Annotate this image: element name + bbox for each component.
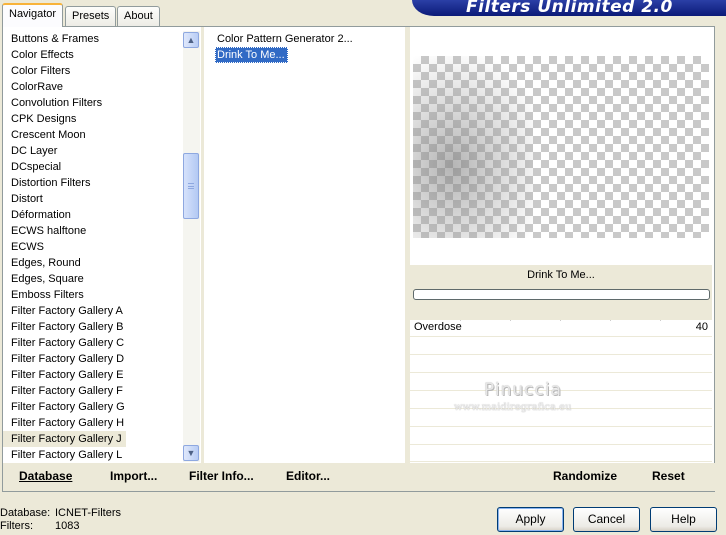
apply-button[interactable]: Apply bbox=[497, 507, 564, 532]
category-scrollbar[interactable]: ▲ ▼ bbox=[183, 31, 200, 462]
status-database-label: Database: bbox=[0, 507, 51, 519]
database-link[interactable]: Database bbox=[19, 469, 72, 483]
category-item[interactable]: ECWS bbox=[3, 239, 183, 255]
tab-label: About bbox=[124, 10, 153, 22]
reset-link[interactable]: Reset bbox=[652, 469, 685, 483]
cancel-button[interactable]: Cancel bbox=[573, 507, 640, 532]
category-item[interactable]: ECWS halftone bbox=[3, 223, 183, 239]
category-item[interactable]: ColorRave bbox=[3, 79, 183, 95]
grip-icon bbox=[188, 183, 194, 189]
parameter-slider-empty bbox=[410, 356, 712, 373]
category-item[interactable]: Filter Factory Gallery J bbox=[3, 431, 126, 447]
category-item[interactable]: Buttons & Frames bbox=[3, 31, 183, 47]
category-item[interactable]: Filter Factory Gallery H bbox=[3, 415, 183, 431]
filter-name-label: Drink To Me... bbox=[527, 269, 595, 281]
status-database-value: ICNET-Filters bbox=[55, 507, 121, 519]
banner-title: Filters Unlimited 2.0 bbox=[412, 0, 726, 16]
category-item[interactable]: DC Layer bbox=[3, 143, 183, 159]
status-filters-label: Filters: bbox=[0, 520, 33, 532]
category-item[interactable]: Déformation bbox=[3, 207, 183, 223]
tab-navigator[interactable]: Navigator bbox=[2, 3, 64, 27]
filter-list[interactable]: Color Pattern Generator 2... Drink To Me.… bbox=[205, 31, 405, 463]
filter-item[interactable]: Color Pattern Generator 2... bbox=[215, 31, 356, 47]
tab-about[interactable]: About bbox=[117, 6, 160, 27]
chevron-down-icon: ▼ bbox=[186, 448, 196, 458]
category-list[interactable]: Buttons & Frames Color Effects Color Filte… bbox=[3, 31, 183, 463]
category-item[interactable]: Color Filters bbox=[3, 63, 183, 79]
help-button[interactable]: Help bbox=[650, 507, 717, 532]
divider bbox=[201, 27, 204, 464]
category-item[interactable]: CPK Designs bbox=[3, 111, 183, 127]
editor-link[interactable]: Editor... bbox=[286, 469, 330, 483]
watermark-url: www.maidiregrafica.eu bbox=[454, 402, 572, 413]
chevron-up-icon: ▲ bbox=[186, 35, 196, 45]
tab-label: Navigator bbox=[9, 8, 57, 20]
category-item[interactable]: Crescent Moon bbox=[3, 127, 183, 143]
category-item[interactable]: Filter Factory Gallery B bbox=[3, 319, 183, 335]
parameter-slider-empty bbox=[410, 446, 712, 462]
scroll-up-button[interactable]: ▲ bbox=[183, 32, 199, 48]
category-item[interactable]: Distort bbox=[3, 191, 183, 207]
filter-info-link[interactable]: Filter Info... bbox=[189, 469, 254, 483]
category-item[interactable]: Filter Factory Gallery D bbox=[3, 351, 183, 367]
category-item[interactable]: Color Effects bbox=[3, 47, 183, 63]
category-item[interactable]: Edges, Round bbox=[3, 255, 183, 271]
parameter-slider-empty bbox=[410, 428, 712, 445]
preview-image bbox=[413, 56, 533, 238]
tab-presets[interactable]: Presets bbox=[65, 6, 117, 27]
category-item[interactable]: Filter Factory Gallery C bbox=[3, 335, 183, 351]
category-item[interactable]: Edges, Square bbox=[3, 271, 183, 287]
category-item[interactable]: Filter Factory Gallery L bbox=[3, 447, 183, 463]
watermark-text: Pinuccia bbox=[484, 380, 562, 400]
slider-ticks bbox=[460, 320, 680, 321]
scroll-down-button[interactable]: ▼ bbox=[183, 445, 199, 461]
category-item[interactable]: Convolution Filters bbox=[3, 95, 183, 111]
category-item[interactable]: Filter Factory Gallery G bbox=[3, 399, 183, 415]
category-item[interactable]: Emboss Filters bbox=[3, 287, 183, 303]
parameter-slider-empty bbox=[410, 338, 712, 355]
parameter-slider-overdose[interactable]: Overdose 40 bbox=[410, 320, 712, 337]
randomize-link[interactable]: Randomize bbox=[553, 469, 617, 483]
category-item[interactable]: Filter Factory Gallery E bbox=[3, 367, 183, 383]
status-filters-value: 1083 bbox=[55, 520, 80, 532]
import-link[interactable]: Import... bbox=[110, 469, 157, 483]
filter-item[interactable]: Drink To Me... bbox=[215, 47, 288, 63]
category-item[interactable]: Filter Factory Gallery F bbox=[3, 383, 183, 399]
parameter-value: 40 bbox=[695, 321, 708, 333]
category-item[interactable]: Distortion Filters bbox=[3, 175, 183, 191]
preview-area bbox=[413, 56, 709, 238]
category-item[interactable]: Filter Factory Gallery A bbox=[3, 303, 183, 319]
category-item[interactable]: DCspecial bbox=[3, 159, 183, 175]
progress-bar bbox=[413, 289, 710, 300]
parameter-name: Overdose bbox=[414, 321, 462, 333]
tab-label: Presets bbox=[72, 10, 110, 22]
scroll-thumb[interactable] bbox=[183, 153, 199, 219]
